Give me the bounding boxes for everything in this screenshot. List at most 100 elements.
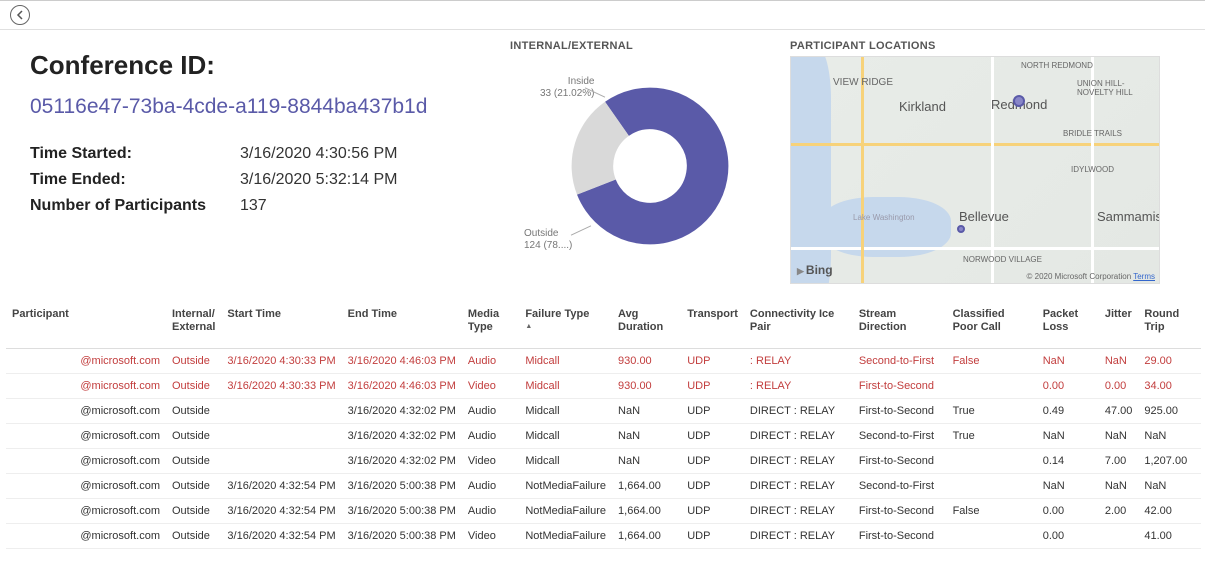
cell-jitter: NaN (1099, 424, 1139, 449)
cell-transport: UDP (681, 499, 744, 524)
col-internal-external[interactable]: Internal/ External (166, 302, 221, 349)
cell-avgdur: 1,664.00 (612, 474, 681, 499)
donut-outside-value: 124 (78....) (524, 240, 572, 252)
map-label: Kirkland (899, 99, 946, 114)
cell-jitter: 47.00 (1099, 399, 1139, 424)
participant-locations-title: PARTICIPANT LOCATIONS (790, 40, 1185, 52)
cell-avgdur: 1,664.00 (612, 524, 681, 549)
table-row[interactable]: @microsoft.comOutside3/16/2020 4:32:54 P… (6, 499, 1201, 524)
cell-ice: DIRECT : RELAY (744, 474, 853, 499)
cell-packetloss: 0.00 (1037, 499, 1099, 524)
cell-start: 3/16/2020 4:30:33 PM (221, 374, 341, 399)
cell-participant: @microsoft.com (6, 374, 166, 399)
map-label: BRIDLE TRAILS (1063, 129, 1122, 138)
table-row[interactable]: @microsoft.comOutside3/16/2020 4:30:33 P… (6, 374, 1201, 399)
cell-ice: DIRECT : RELAY (744, 424, 853, 449)
table-row[interactable]: @microsoft.comOutside3/16/2020 4:32:54 P… (6, 524, 1201, 549)
cell-packetloss: 0.00 (1037, 524, 1099, 549)
cell-participant: @microsoft.com (6, 524, 166, 549)
cell-roundtrip: 1,207.00 (1138, 449, 1201, 474)
cell-avgdur: 930.00 (612, 374, 681, 399)
col-packet-loss[interactable]: Packet Loss (1037, 302, 1099, 349)
table-row[interactable]: @microsoft.comOutside3/16/2020 4:32:02 P… (6, 449, 1201, 474)
cell-streamdir: Second-to-First (853, 424, 947, 449)
cell-ice: DIRECT : RELAY (744, 524, 853, 549)
map-terms-link[interactable]: Terms (1133, 272, 1155, 281)
map-marker[interactable] (1013, 95, 1025, 107)
table-row[interactable]: @microsoft.comOutside3/16/2020 4:32:02 P… (6, 424, 1201, 449)
conference-id-label: Conference ID: (30, 50, 510, 81)
map-marker[interactable] (957, 225, 965, 233)
col-participant[interactable]: Participant (6, 302, 166, 349)
cell-avgdur: NaN (612, 399, 681, 424)
back-button[interactable] (10, 5, 30, 25)
map-label: IDYLWOOD (1071, 165, 1114, 174)
cell-end: 3/16/2020 5:00:38 PM (342, 524, 462, 549)
map-label: VIEW RIDGE (833, 77, 893, 88)
cell-failure: NotMediaFailure (519, 524, 612, 549)
cell-intext: Outside (166, 474, 221, 499)
participant-locations-map[interactable]: VIEW RIDGE Kirkland Redmond NORTH REDMON… (790, 56, 1160, 284)
col-avg-duration[interactable]: Avg Duration (612, 302, 681, 349)
cell-classified (947, 374, 1037, 399)
cell-ice: DIRECT : RELAY (744, 499, 853, 524)
cell-roundtrip: NaN (1138, 474, 1201, 499)
table-row[interactable]: @microsoft.comOutside3/16/2020 4:32:02 P… (6, 399, 1201, 424)
col-round-trip[interactable]: Round Trip (1138, 302, 1201, 349)
cell-failure: NotMediaFailure (519, 499, 612, 524)
col-stream-direction[interactable]: Stream Direction (853, 302, 947, 349)
cell-classified: True (947, 424, 1037, 449)
cell-avgdur: 1,664.00 (612, 499, 681, 524)
time-started-label: Time Started: (30, 145, 240, 163)
cell-failure: Midcall (519, 374, 612, 399)
cell-failure: Midcall (519, 449, 612, 474)
internal-external-chart[interactable]: Inside 33 (21.02%) Outside 124 (78....) (510, 56, 750, 276)
cell-classified (947, 449, 1037, 474)
cell-participant: @microsoft.com (6, 349, 166, 374)
cell-classified: False (947, 349, 1037, 374)
cell-transport: UDP (681, 374, 744, 399)
cell-roundtrip: 29.00 (1138, 349, 1201, 374)
cell-streamdir: Second-to-First (853, 474, 947, 499)
internal-external-title: INTERNAL/EXTERNAL (510, 40, 790, 52)
cell-end: 3/16/2020 4:32:02 PM (342, 399, 462, 424)
participants-label: Number of Participants (30, 197, 240, 215)
col-connectivity-ice-pair[interactable]: Connectivity Ice Pair (744, 302, 853, 349)
cell-intext: Outside (166, 424, 221, 449)
col-end-time[interactable]: End Time (342, 302, 462, 349)
col-transport[interactable]: Transport (681, 302, 744, 349)
cell-roundtrip: 34.00 (1138, 374, 1201, 399)
cell-packetloss: 0.00 (1037, 374, 1099, 399)
cell-streamdir: First-to-Second (853, 499, 947, 524)
map-label: NORWOOD VILLAGE (963, 255, 1042, 264)
cell-jitter: 0.00 (1099, 374, 1139, 399)
cell-transport: UDP (681, 524, 744, 549)
cell-transport: UDP (681, 399, 744, 424)
cell-start: 3/16/2020 4:32:54 PM (221, 474, 341, 499)
cell-failure: Midcall (519, 424, 612, 449)
cell-start: 3/16/2020 4:32:54 PM (221, 499, 341, 524)
cell-packetloss: NaN (1037, 349, 1099, 374)
donut-inside-value: 33 (21.02%) (540, 88, 594, 100)
col-failure-type[interactable]: Failure Type (519, 302, 612, 349)
col-media-type[interactable]: Media Type (462, 302, 519, 349)
col-jitter[interactable]: Jitter (1099, 302, 1139, 349)
conference-id-value: 05116e47-73ba-4cde-a119-8844ba437b1d (30, 95, 510, 119)
cell-participant: @microsoft.com (6, 474, 166, 499)
cell-end: 3/16/2020 5:00:38 PM (342, 474, 462, 499)
cell-failure: Midcall (519, 349, 612, 374)
cell-jitter (1099, 524, 1139, 549)
table-row[interactable]: @microsoft.comOutside3/16/2020 4:32:54 P… (6, 474, 1201, 499)
cell-classified (947, 524, 1037, 549)
time-started-value: 3/16/2020 4:30:56 PM (240, 145, 397, 163)
cell-start (221, 449, 341, 474)
col-start-time[interactable]: Start Time (221, 302, 341, 349)
table-row[interactable]: @microsoft.comOutside3/16/2020 4:30:33 P… (6, 349, 1201, 374)
cell-intext: Outside (166, 524, 221, 549)
donut-outside-label: Outside (524, 228, 572, 240)
map-label: Sammamish (1097, 209, 1160, 224)
cell-roundtrip: 42.00 (1138, 499, 1201, 524)
col-classified-poor-call[interactable]: Classified Poor Call (947, 302, 1037, 349)
cell-start (221, 424, 341, 449)
cell-participant: @microsoft.com (6, 399, 166, 424)
